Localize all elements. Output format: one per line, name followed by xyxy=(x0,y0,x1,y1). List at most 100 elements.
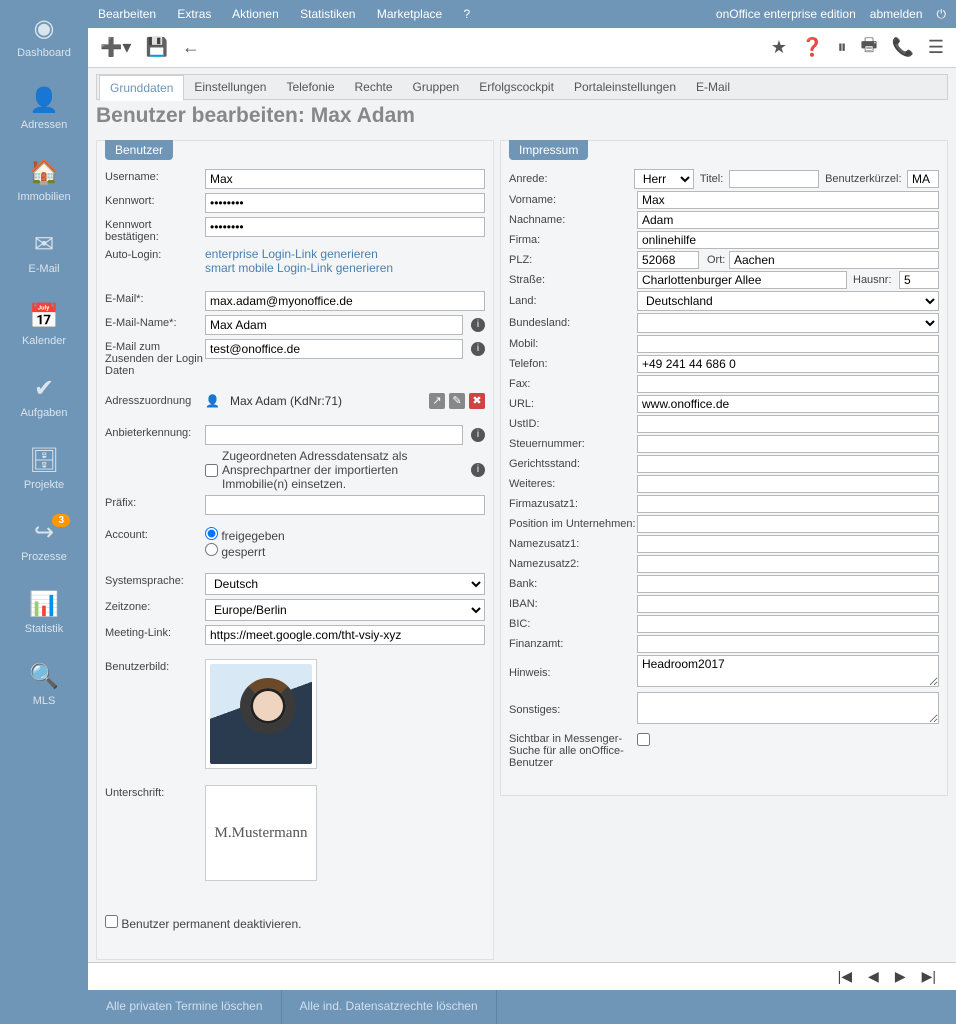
email-name-input[interactable] xyxy=(205,315,463,335)
email-input[interactable] xyxy=(205,291,485,311)
menu-icon[interactable]: ☰ xyxy=(928,37,944,58)
bank-input[interactable] xyxy=(637,575,939,593)
bundesland-select[interactable] xyxy=(637,313,939,333)
sonstiges-textarea[interactable] xyxy=(637,692,939,724)
tab-portaleinstellungen[interactable]: Portaleinstellungen xyxy=(564,75,686,99)
hinweis-textarea[interactable]: Headroom2017 xyxy=(637,655,939,687)
firma-input[interactable] xyxy=(637,231,939,249)
menu-statistiken[interactable]: Statistiken xyxy=(300,7,355,21)
open-icon[interactable]: ↗ xyxy=(429,393,445,409)
ort-input[interactable] xyxy=(729,251,939,269)
fax-input[interactable] xyxy=(637,375,939,393)
sidebar-item-prozesse[interactable]: ↪3Prozesse xyxy=(0,504,88,576)
info-icon[interactable]: i xyxy=(471,318,485,332)
info-icon[interactable]: i xyxy=(471,428,485,442)
messenger-visible-checkbox[interactable] xyxy=(637,733,650,746)
hausnr-input[interactable] xyxy=(899,271,939,289)
enterprise-login-link[interactable]: enterprise Login-Link generieren xyxy=(205,247,485,261)
anrede-select[interactable]: Herr xyxy=(634,169,694,189)
tab-erfolgscockpit[interactable]: Erfolgscockpit xyxy=(469,75,564,99)
sidebar-item-email[interactable]: ✉E-Mail xyxy=(0,216,88,288)
email-login-input[interactable] xyxy=(205,339,463,359)
account-gesperrt-radio[interactable] xyxy=(205,543,218,556)
prev-icon[interactable]: ◀ xyxy=(868,968,879,985)
menu-extras[interactable]: Extras xyxy=(177,7,211,21)
finanzamt-input[interactable] xyxy=(637,635,939,653)
star-icon[interactable]: ★ xyxy=(771,37,787,58)
zeitzone-select[interactable]: Europe/Berlin xyxy=(205,599,485,621)
position-input[interactable] xyxy=(637,515,939,533)
steuernummer-input[interactable] xyxy=(637,435,939,453)
firmazusatz1-input[interactable] xyxy=(637,495,939,513)
nachname-input[interactable] xyxy=(637,211,939,229)
unlink-icon[interactable]: ✖ xyxy=(469,393,485,409)
vorname-input[interactable] xyxy=(637,191,939,209)
iban-input[interactable] xyxy=(637,595,939,613)
tab-telefonie[interactable]: Telefonie xyxy=(276,75,344,99)
info-icon[interactable]: i xyxy=(471,342,485,356)
menu-aktionen[interactable]: Aktionen xyxy=(232,7,279,21)
kurzel-input[interactable] xyxy=(907,170,939,188)
last-icon[interactable]: ▶| xyxy=(922,968,936,985)
username-input[interactable] xyxy=(205,169,485,189)
sidebar-item-statistik[interactable]: 📊Statistik xyxy=(0,576,88,648)
strasse-input[interactable] xyxy=(637,271,847,289)
menu-bearbeiten[interactable]: Bearbeiten xyxy=(98,7,156,21)
sidebar-item-dashboard[interactable]: ◉Dashboard xyxy=(0,0,88,72)
bic-input[interactable] xyxy=(637,615,939,633)
tab-email[interactable]: E-Mail xyxy=(686,75,740,99)
add-icon[interactable]: ➕▾ xyxy=(100,37,131,58)
namezusatz2-input[interactable] xyxy=(637,555,939,573)
phone-icon[interactable]: 📞 xyxy=(891,37,913,58)
sidebar-item-projekte[interactable]: 🗄Projekte xyxy=(0,432,88,504)
signature-image[interactable]: M.Mustermann xyxy=(205,785,317,881)
sidebar-item-aufgaben[interactable]: ✔Aufgaben xyxy=(0,360,88,432)
tab-gruppen[interactable]: Gruppen xyxy=(403,75,470,99)
systemsprache-select[interactable]: Deutsch xyxy=(205,573,485,595)
meeting-link-input[interactable] xyxy=(205,625,485,645)
logout-link[interactable]: abmelden xyxy=(870,7,923,21)
tab-rechte[interactable]: Rechte xyxy=(345,75,403,99)
ustid-input[interactable] xyxy=(637,415,939,433)
delete-private-termine-button[interactable]: Alle privaten Termine löschen xyxy=(88,990,282,1024)
use-address-checkbox[interactable] xyxy=(205,464,218,477)
prefix-input[interactable] xyxy=(205,495,485,515)
sidebar-item-immobilien[interactable]: 🏠Immobilien xyxy=(0,144,88,216)
panel-benutzer: Benutzer Username: Kennwort: Kennwort be… xyxy=(96,140,494,960)
sidebar-item-mls[interactable]: 🔍MLS xyxy=(0,648,88,720)
deactivate-user-checkbox[interactable] xyxy=(105,915,118,928)
url-input[interactable] xyxy=(637,395,939,413)
password-input[interactable] xyxy=(205,193,485,213)
help-icon[interactable]: ❓ xyxy=(801,37,823,58)
sidebar-item-kalender[interactable]: 📅Kalender xyxy=(0,288,88,360)
anbieterkennung-input[interactable] xyxy=(205,425,463,445)
tab-einstellungen[interactable]: Einstellungen xyxy=(184,75,276,99)
titel-input[interactable] xyxy=(729,170,819,188)
next-icon[interactable]: ▶ xyxy=(895,968,906,985)
password-confirm-input[interactable] xyxy=(205,217,485,237)
print-icon[interactable]: 🖶 xyxy=(860,33,877,63)
gerichtsstand-input[interactable] xyxy=(637,455,939,473)
plz-input[interactable] xyxy=(637,251,699,269)
back-icon[interactable]: ← xyxy=(182,37,200,58)
mobile-login-link[interactable]: smart mobile Login-Link generieren xyxy=(205,261,485,275)
weiteres-input[interactable] xyxy=(637,475,939,493)
power-icon[interactable]: ⏻ xyxy=(937,7,947,22)
mobil-input[interactable] xyxy=(637,335,939,353)
tab-grunddaten[interactable]: Grunddaten xyxy=(99,75,184,101)
land-select[interactable]: Deutschland xyxy=(637,291,939,311)
first-icon[interactable]: |◀ xyxy=(838,968,852,985)
namezusatz1-input[interactable] xyxy=(637,535,939,553)
telefon-input[interactable] xyxy=(637,355,939,373)
info-icon[interactable]: i xyxy=(471,463,485,477)
sidebar-item-adressen[interactable]: 👤Adressen xyxy=(0,72,88,144)
edit-icon[interactable]: ✎ xyxy=(449,393,465,409)
menu-marketplace[interactable]: Marketplace xyxy=(377,7,442,21)
save-icon[interactable]: 💾 xyxy=(145,37,167,58)
menu-help[interactable]: ? xyxy=(464,7,471,21)
pause-icon[interactable]: ⏸ xyxy=(837,37,846,58)
delete-datensatzrechte-button[interactable]: Alle ind. Datensatzrechte löschen xyxy=(282,990,497,1024)
user-image[interactable] xyxy=(205,659,317,769)
house-icon: 🏠 xyxy=(29,158,59,187)
account-freigegeben-radio[interactable] xyxy=(205,527,218,540)
